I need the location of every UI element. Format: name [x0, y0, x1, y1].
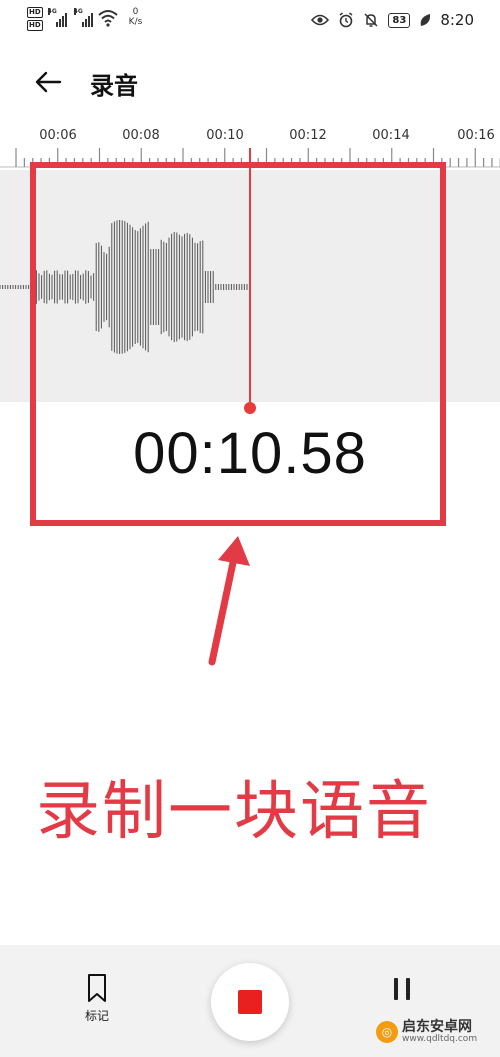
annotation-text: 录制一块语音 — [36, 775, 432, 849]
ruler-label-2: 00:08 — [122, 128, 160, 143]
highlight-box — [30, 162, 446, 526]
ruler-label-3: 00:10 — [206, 128, 244, 143]
watermark-logo-icon: ◎ — [376, 1021, 398, 1043]
clock: 8:20 — [440, 11, 474, 29]
pause-icon-bar-right — [406, 978, 410, 1000]
battery-indicator: 83 — [388, 12, 411, 28]
wifi-icon — [98, 10, 118, 27]
site-watermark: ◎ 启东安卓网 www.qdltdq.com — [376, 1020, 477, 1044]
signal-icon-1: 4G — [47, 8, 67, 27]
pause-icon-bar-left — [394, 978, 398, 1000]
mark-label: 标记 — [84, 1009, 109, 1023]
network-type-2: 4G — [73, 8, 83, 15]
hd-indicators: HD HD — [27, 7, 43, 31]
speed-unit: K/s — [128, 17, 143, 27]
bookmark-icon — [88, 974, 106, 1002]
annotation-arrow-icon — [208, 536, 250, 666]
ruler-label-1: 00:06 — [39, 128, 77, 143]
status-left: HD HD 4G 4G 0 K/s — [27, 7, 142, 31]
page-title: 录音 — [90, 72, 138, 100]
hd-badge-1: HD — [27, 7, 43, 18]
alarm-icon — [339, 12, 353, 28]
speed-value: 0 — [132, 7, 139, 17]
pause-button[interactable] — [388, 975, 418, 1005]
hd-badge-2: HD — [27, 20, 43, 31]
ruler-label-4: 00:12 — [289, 128, 327, 143]
watermark-url: www.qdltdq.com — [402, 1034, 478, 1044]
leaf-icon — [421, 14, 431, 26]
eye-icon — [311, 14, 330, 26]
mute-bell-icon — [364, 13, 378, 27]
network-type-1: 4G — [47, 8, 57, 15]
stop-button[interactable] — [211, 963, 289, 1041]
status-bar: HD HD 4G 4G 0 K/s 83 8:20 — [0, 0, 500, 44]
ruler-label-5: 00:14 — [372, 128, 410, 143]
network-speed: 0 K/s — [129, 7, 143, 27]
stop-icon — [238, 990, 262, 1014]
mark-button[interactable]: 标记 — [72, 973, 122, 1033]
watermark-name: 启东安卓网 — [402, 1019, 472, 1035]
status-right: 83 8:20 — [311, 11, 474, 29]
back-arrow-icon[interactable] — [32, 66, 64, 98]
app-header: 录音 — [0, 54, 500, 110]
ruler-label-6: 00:16 — [457, 128, 495, 143]
signal-icon-2: 4G — [73, 8, 93, 27]
